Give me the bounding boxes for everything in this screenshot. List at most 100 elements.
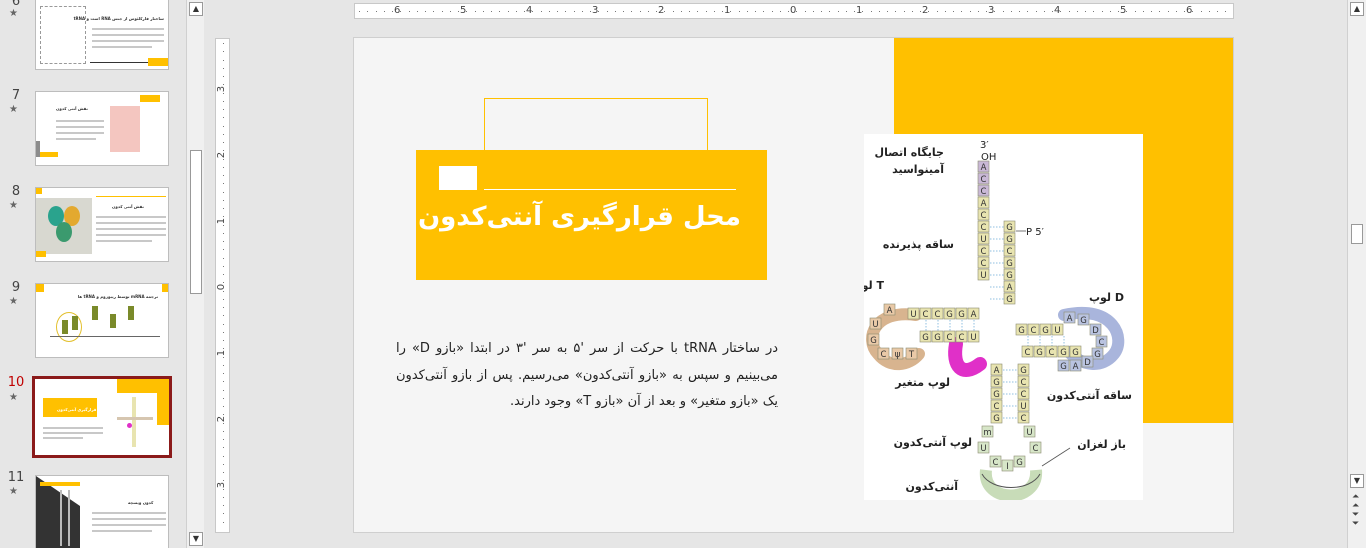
- thumbnail-accent: [140, 95, 160, 102]
- scroll-down-button[interactable]: ▼: [189, 532, 203, 546]
- ruler-tick: [829, 11, 831, 12]
- ruler-tick: [392, 11, 393, 12]
- thumbnail-number: 10: [7, 375, 25, 390]
- ruler-tick: [223, 76, 224, 77]
- next-slide-icon[interactable]: ⏷ ⏷: [1352, 511, 1359, 529]
- base-letter: C: [881, 350, 887, 360]
- ruler-tick: [223, 92, 224, 94]
- ruler-tick: [606, 11, 608, 12]
- ruler-tick: [1159, 11, 1161, 12]
- slide-body-text[interactable]: در ساختار tRNA با حرکت از سر '۵ به سر '۳…: [396, 336, 778, 416]
- slide-thumbnail-11[interactable]: کدون ویسچه: [35, 475, 169, 548]
- ruler-tick: [911, 11, 913, 12]
- thumbnail-text-line: [56, 120, 104, 122]
- slide-thumbnail-10[interactable]: محل قرارگیری آنتی‌کدون: [32, 376, 172, 458]
- thumbnail-text-line: [56, 138, 96, 140]
- base-letter: G: [870, 336, 877, 346]
- ruler-tick: [969, 11, 971, 12]
- base-letter: U: [1026, 428, 1032, 438]
- base-letter: G: [1036, 348, 1043, 358]
- base-letter: m: [983, 428, 991, 438]
- thumbnail-text-line: [92, 34, 164, 36]
- ruler-tick: [1010, 11, 1012, 12]
- thumbnail-accent: [36, 476, 80, 548]
- ruler-tick: [1192, 11, 1194, 12]
- ruler-number: 0: [216, 283, 228, 291]
- ruler-tick: [1035, 11, 1037, 12]
- thumbnail-accent: [36, 251, 46, 257]
- trna-diagram[interactable]: ACCACCUCCUGGCGGAGUCCGGAGGCCUAUGCψTGCGUCG…: [864, 134, 1143, 500]
- ruler-tick: [223, 356, 224, 358]
- thumbnail-accent: [36, 284, 44, 292]
- ruler-tick: [223, 447, 224, 449]
- ruler-tick: [223, 282, 224, 284]
- base-letter: G: [958, 310, 965, 320]
- ruler-tick: [598, 11, 600, 12]
- ruler-tick: [680, 11, 682, 12]
- diagram-label: لوپ D: [1089, 291, 1124, 304]
- thumbnail-accent: [148, 58, 168, 66]
- base-letter: G: [1072, 348, 1079, 358]
- slide-thumbnail-7[interactable]: نقش آنتی کدون: [35, 91, 169, 166]
- horizontal-ruler[interactable]: 6543210123456: [354, 3, 1234, 19]
- ruler-tick: [845, 11, 847, 12]
- scroll-up-button[interactable]: ▲: [189, 2, 203, 16]
- thumbnail-divider: [96, 196, 166, 197]
- base-letter: G: [1006, 295, 1013, 305]
- base-letter: G: [1006, 271, 1013, 281]
- base-letter: C: [1021, 414, 1027, 424]
- slide-thumbnail-8[interactable]: نقش آنتی کدون: [35, 187, 169, 262]
- scrollbar-thumb[interactable]: [190, 150, 202, 294]
- diagram-label: لوپ آنتی‌کدون: [894, 435, 972, 449]
- ruler-tick: [1101, 11, 1103, 12]
- ruler-tick: [1167, 11, 1169, 12]
- slide-canvas[interactable]: محل قرارگیری آنتی‌کدون در ساختار tRNA با…: [353, 37, 1234, 533]
- previous-slide-icon[interactable]: ⏶ ⏶: [1352, 493, 1359, 511]
- ruler-tick: [482, 11, 484, 12]
- diagram-label: آمینواسید: [892, 162, 944, 176]
- ruler-tick: [223, 241, 224, 242]
- ruler-tick: [474, 11, 476, 12]
- base-letter: G: [922, 333, 929, 343]
- thumbnail-scrollbar[interactable]: ▲ ▼: [186, 0, 204, 548]
- vertical-ruler[interactable]: 3 2 1 0 1 2 3: [215, 38, 230, 533]
- ruler-tick: [771, 11, 773, 12]
- base-letter: C: [981, 259, 987, 269]
- ruler-tick: [223, 455, 224, 457]
- ruler-tick: [854, 11, 855, 12]
- slide-thumbnail-6[interactable]: ساختار فارکلئوس از جنس RNA است و tRNA: [35, 0, 169, 70]
- outline-frame: [484, 98, 708, 156]
- base-letter: A: [981, 163, 987, 173]
- ruler-tick: [1217, 11, 1218, 12]
- ruler-tick: [1060, 11, 1062, 12]
- thumbnail-title: کدون ویسچه: [128, 500, 154, 505]
- ruler-tick: [656, 11, 657, 12]
- slide-thumbnail-9[interactable]: ترجمه mRNA توسط ریبوزوم و tRNA ها: [35, 283, 169, 358]
- ruler-tick: [223, 406, 224, 407]
- base-letter: U: [1054, 326, 1060, 336]
- ruler-tick: [722, 11, 723, 12]
- scroll-down-button[interactable]: ▼: [1350, 474, 1364, 488]
- ruler-number: 1: [216, 217, 228, 225]
- ruler-tick: [1019, 11, 1020, 12]
- scroll-up-button[interactable]: ▲: [1350, 2, 1364, 16]
- ruler-tick: [573, 11, 575, 12]
- ruler-tick: [223, 513, 224, 515]
- slide-title[interactable]: محل قرارگیری آنتی‌کدون: [418, 202, 741, 232]
- ruler-tick: [1142, 11, 1144, 12]
- ruler-tick: [223, 430, 224, 432]
- ruler-tick: [223, 59, 224, 61]
- ruler-tick: [614, 11, 616, 12]
- ruler-tick: [928, 11, 930, 12]
- thumbnail-text-line: [96, 216, 166, 218]
- ruler-tick: [1109, 11, 1111, 12]
- scrollbar-thumb[interactable]: [1351, 224, 1363, 244]
- ruler-tick: [986, 11, 987, 12]
- ruler-tick: [223, 331, 224, 333]
- slide-scrollbar[interactable]: ▲ ▼ ⏶ ⏶ ⏷ ⏷: [1347, 0, 1366, 548]
- thumbnail-text-line: [96, 222, 166, 224]
- ruler-tick: [223, 257, 224, 259]
- base-letter: U: [970, 333, 976, 343]
- thumbnail-text-line: [43, 427, 103, 429]
- ruler-number: 3: [216, 481, 228, 489]
